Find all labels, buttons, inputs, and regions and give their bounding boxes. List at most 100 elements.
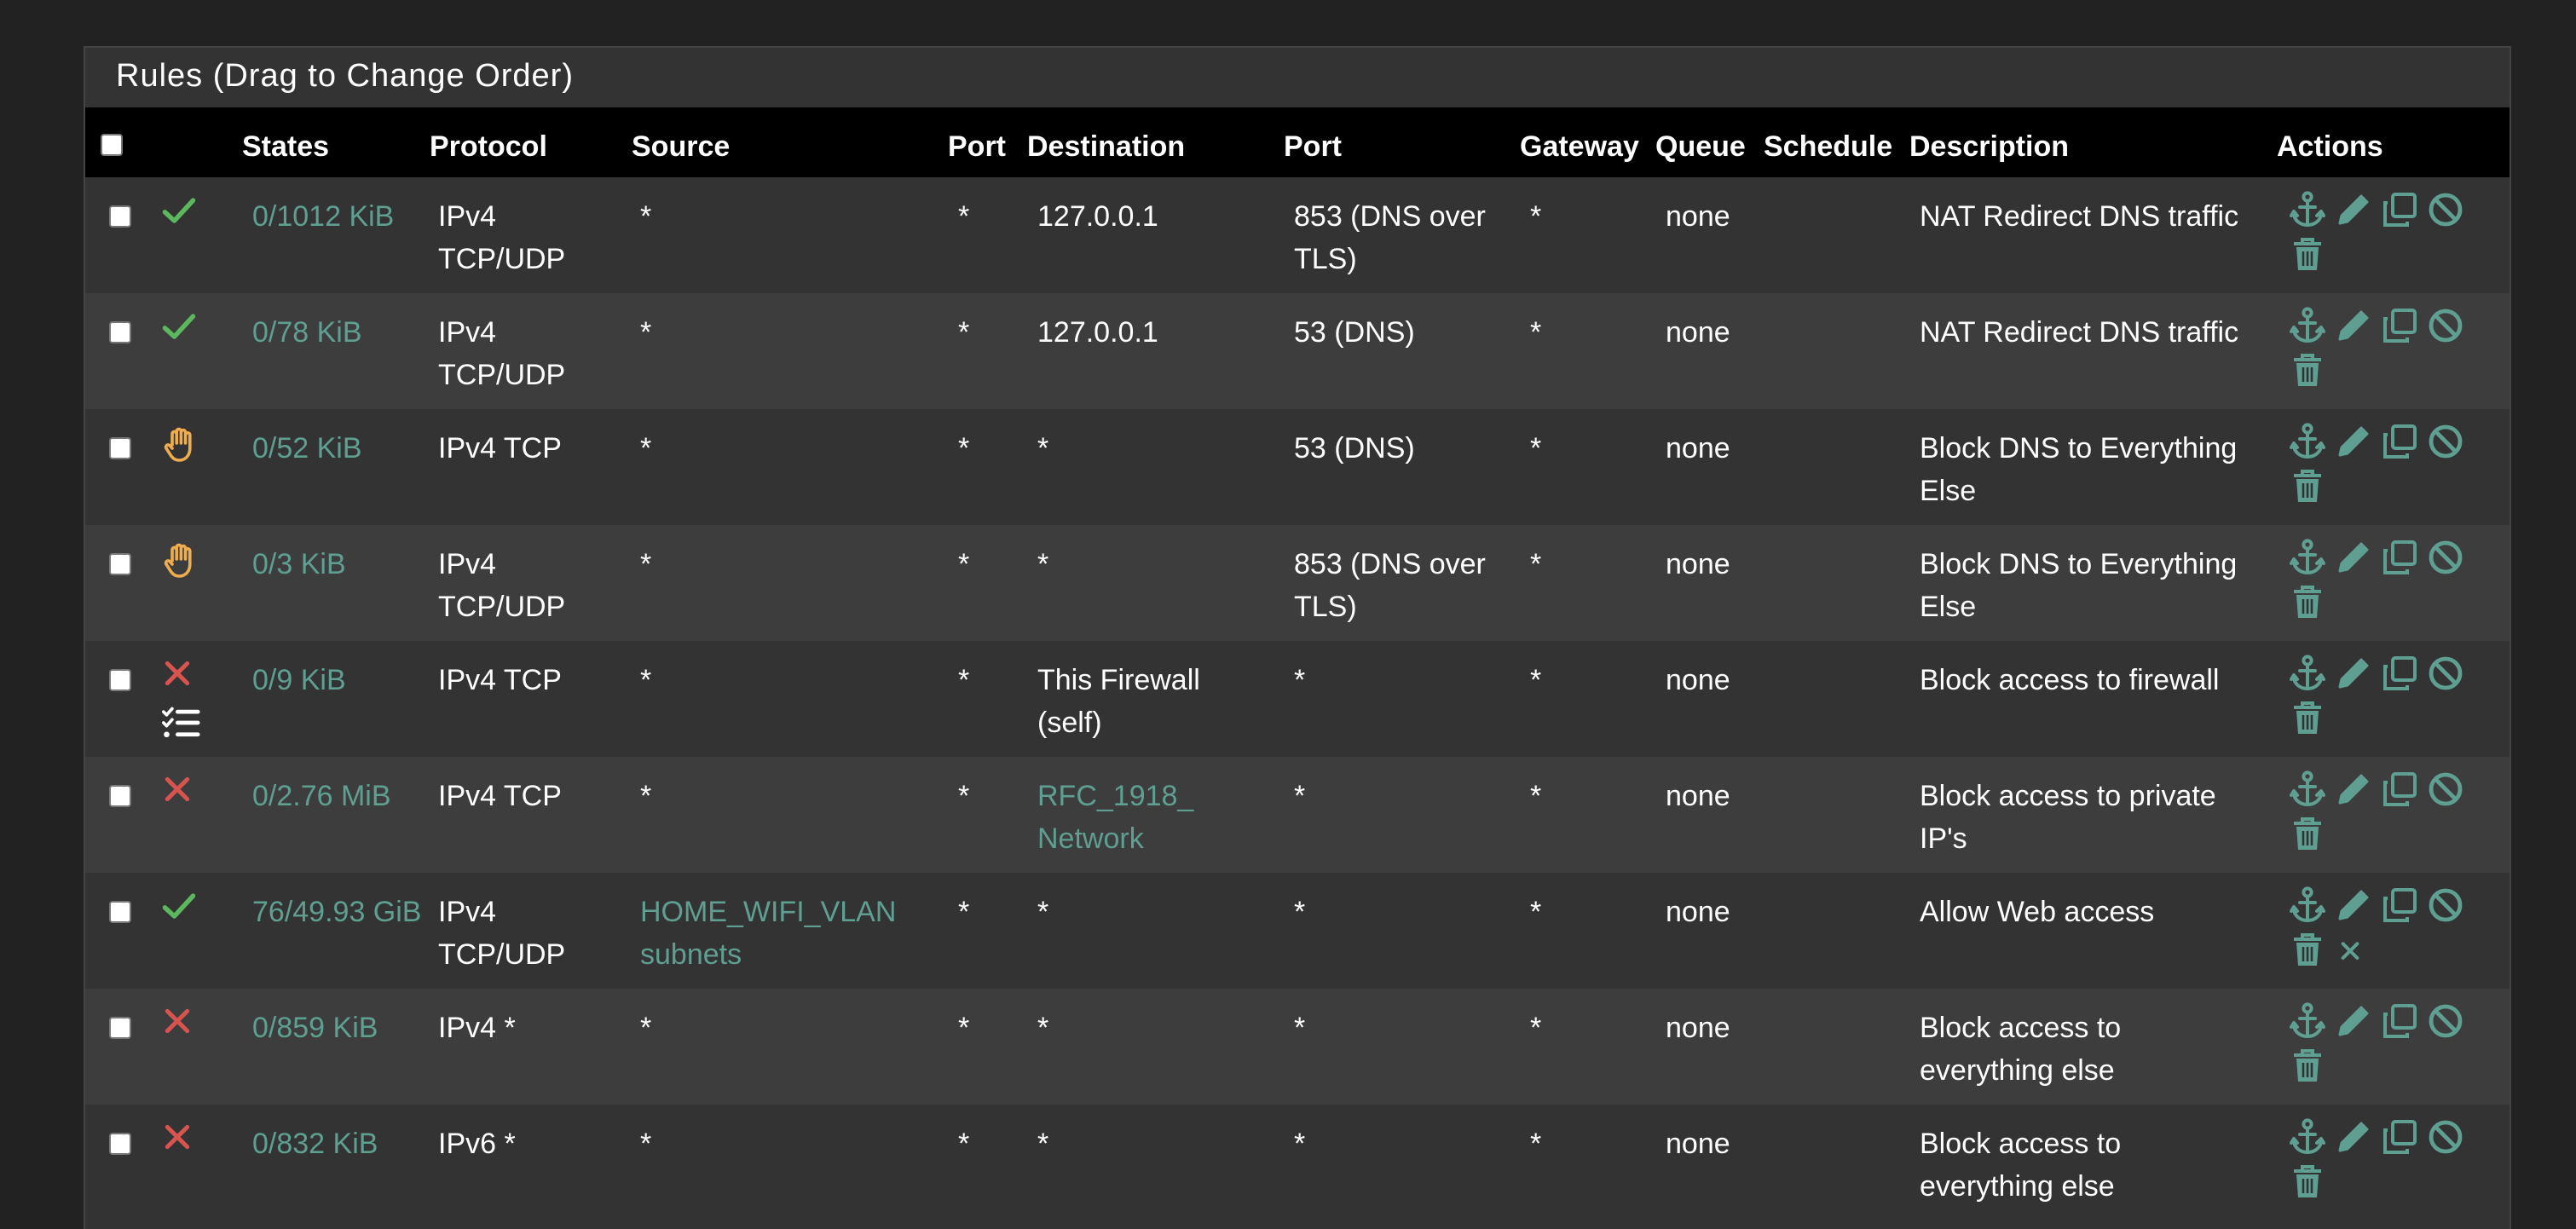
list-check-icon[interactable]	[160, 704, 201, 753]
pencil-icon[interactable]	[2333, 537, 2374, 578]
pencil-icon[interactable]	[2333, 1001, 2374, 1041]
disable-icon[interactable]	[2425, 305, 2466, 346]
table-row[interactable]: 0/859 KiB IPv4 * * * * * * none Block ac…	[85, 989, 2510, 1105]
check-icon[interactable]	[160, 888, 198, 938]
row-checkbox[interactable]	[109, 1133, 131, 1155]
states-link[interactable]: 0/2.76 MiB	[252, 780, 391, 812]
col-protocol[interactable]: Protocol	[430, 107, 632, 177]
row-checkbox[interactable]	[109, 321, 131, 343]
trash-icon[interactable]	[2287, 465, 2328, 506]
table-row[interactable]: 76/49.93 GiB IPv4 TCP/UDP HOME_WIFI_VLAN s…	[85, 873, 2510, 989]
hand-icon[interactable]	[160, 424, 201, 477]
col-source-port[interactable]: Port	[948, 107, 1027, 177]
anchor-icon[interactable]	[2287, 421, 2328, 462]
col-destination[interactable]: Destination	[1027, 107, 1284, 177]
states-link[interactable]: 0/78 KiB	[252, 316, 362, 349]
source-value-line2[interactable]: subnets	[640, 938, 742, 971]
destination-value-line2[interactable]: Network	[1037, 822, 1144, 855]
trash-icon[interactable]	[2287, 1161, 2328, 1202]
anchor-icon[interactable]	[2287, 305, 2328, 346]
col-states[interactable]: States	[242, 107, 430, 177]
row-checkbox[interactable]	[109, 437, 131, 459]
row-checkbox[interactable]	[109, 553, 131, 575]
pencil-icon[interactable]	[2333, 421, 2374, 462]
pencil-icon[interactable]	[2333, 305, 2374, 346]
disable-icon[interactable]	[2425, 189, 2466, 230]
disable-icon[interactable]	[2425, 1116, 2466, 1157]
x-icon[interactable]	[160, 1004, 194, 1050]
copy-icon[interactable]	[2379, 1001, 2420, 1041]
table-row[interactable]: 0/2.76 MiB IPv4 TCP * * RFC_1918_ Network…	[85, 757, 2510, 873]
trash-icon[interactable]	[2287, 697, 2328, 738]
queue-value: none	[1666, 1012, 1730, 1044]
pencil-icon[interactable]	[2333, 653, 2374, 694]
trash-icon[interactable]	[2287, 234, 2328, 274]
pencil-icon[interactable]	[2333, 769, 2374, 810]
copy-icon[interactable]	[2379, 305, 2420, 346]
table-row[interactable]: 0/832 KiB IPv6 * * * * * * none Block ac…	[85, 1105, 2510, 1220]
states-link[interactable]: 0/859 KiB	[252, 1012, 378, 1044]
states-link[interactable]: 0/9 KiB	[252, 664, 346, 696]
anchor-icon[interactable]	[2287, 1116, 2328, 1157]
description-line2: Else	[1920, 475, 1977, 507]
x-icon[interactable]	[160, 656, 194, 702]
clear-icon[interactable]	[2333, 929, 2367, 970]
table-row[interactable]: 0/3 KiB IPv4 TCP/UDP * * * 853 (DNS over T…	[85, 525, 2510, 641]
trash-icon[interactable]	[2287, 929, 2328, 970]
pencil-icon[interactable]	[2333, 885, 2374, 926]
table-row[interactable]: 0/1012 KiB IPv4 TCP/UDP * * 127.0.0.1 853…	[85, 177, 2510, 293]
table-row[interactable]: 0/52 KiB IPv4 TCP * * * 53 (DNS) * none …	[85, 409, 2510, 525]
col-source[interactable]: Source	[632, 107, 948, 177]
pencil-icon[interactable]	[2333, 189, 2374, 230]
states-link[interactable]: 0/3 KiB	[252, 548, 346, 580]
table-row[interactable]: 0/78 KiB IPv4 TCP/UDP * * 127.0.0.1 53 (D…	[85, 293, 2510, 409]
copy-icon[interactable]	[2379, 537, 2420, 578]
disable-icon[interactable]	[2425, 885, 2466, 926]
row-checkbox[interactable]	[109, 205, 131, 228]
row-checkbox[interactable]	[109, 669, 131, 691]
disable-icon[interactable]	[2425, 769, 2466, 810]
col-gateway[interactable]: Gateway	[1520, 107, 1655, 177]
check-icon[interactable]	[160, 193, 198, 242]
states-link[interactable]: 0/832 KiB	[252, 1128, 378, 1160]
disable-icon[interactable]	[2425, 653, 2466, 694]
x-icon[interactable]	[160, 772, 194, 818]
row-checkbox[interactable]	[109, 785, 131, 807]
copy-icon[interactable]	[2379, 421, 2420, 462]
col-description[interactable]: Description	[1909, 107, 2277, 177]
states-link[interactable]: 76/49.93 GiB	[252, 896, 421, 928]
trash-icon[interactable]	[2287, 813, 2328, 854]
disable-icon[interactable]	[2425, 537, 2466, 578]
x-icon[interactable]	[160, 1120, 194, 1166]
row-checkbox[interactable]	[109, 901, 131, 923]
trash-icon[interactable]	[2287, 1045, 2328, 1086]
states-link[interactable]: 0/1012 KiB	[252, 200, 394, 233]
copy-icon[interactable]	[2379, 885, 2420, 926]
anchor-icon[interactable]	[2287, 537, 2328, 578]
anchor-icon[interactable]	[2287, 189, 2328, 230]
hand-icon[interactable]	[160, 540, 201, 593]
copy-icon[interactable]	[2379, 769, 2420, 810]
select-all-checkbox[interactable]	[101, 133, 123, 156]
source-value[interactable]: HOME_WIFI_VLAN	[640, 896, 896, 928]
anchor-icon[interactable]	[2287, 1001, 2328, 1041]
check-icon[interactable]	[160, 309, 198, 358]
pencil-icon[interactable]	[2333, 1116, 2374, 1157]
anchor-icon[interactable]	[2287, 885, 2328, 926]
trash-icon[interactable]	[2287, 581, 2328, 622]
states-link[interactable]: 0/52 KiB	[252, 432, 362, 464]
row-checkbox[interactable]	[109, 1017, 131, 1039]
copy-icon[interactable]	[2379, 189, 2420, 230]
copy-icon[interactable]	[2379, 653, 2420, 694]
destination-value[interactable]: RFC_1918_	[1037, 780, 1193, 812]
disable-icon[interactable]	[2425, 421, 2466, 462]
anchor-icon[interactable]	[2287, 653, 2328, 694]
trash-icon[interactable]	[2287, 349, 2328, 390]
col-queue[interactable]: Queue	[1655, 107, 1764, 177]
col-destination-port[interactable]: Port	[1284, 107, 1520, 177]
col-schedule[interactable]: Schedule	[1764, 107, 1909, 177]
anchor-icon[interactable]	[2287, 769, 2328, 810]
disable-icon[interactable]	[2425, 1001, 2466, 1041]
copy-icon[interactable]	[2379, 1116, 2420, 1157]
table-row[interactable]: 0/9 KiB IPv4 TCP * * This Firewall (self)…	[85, 641, 2510, 757]
